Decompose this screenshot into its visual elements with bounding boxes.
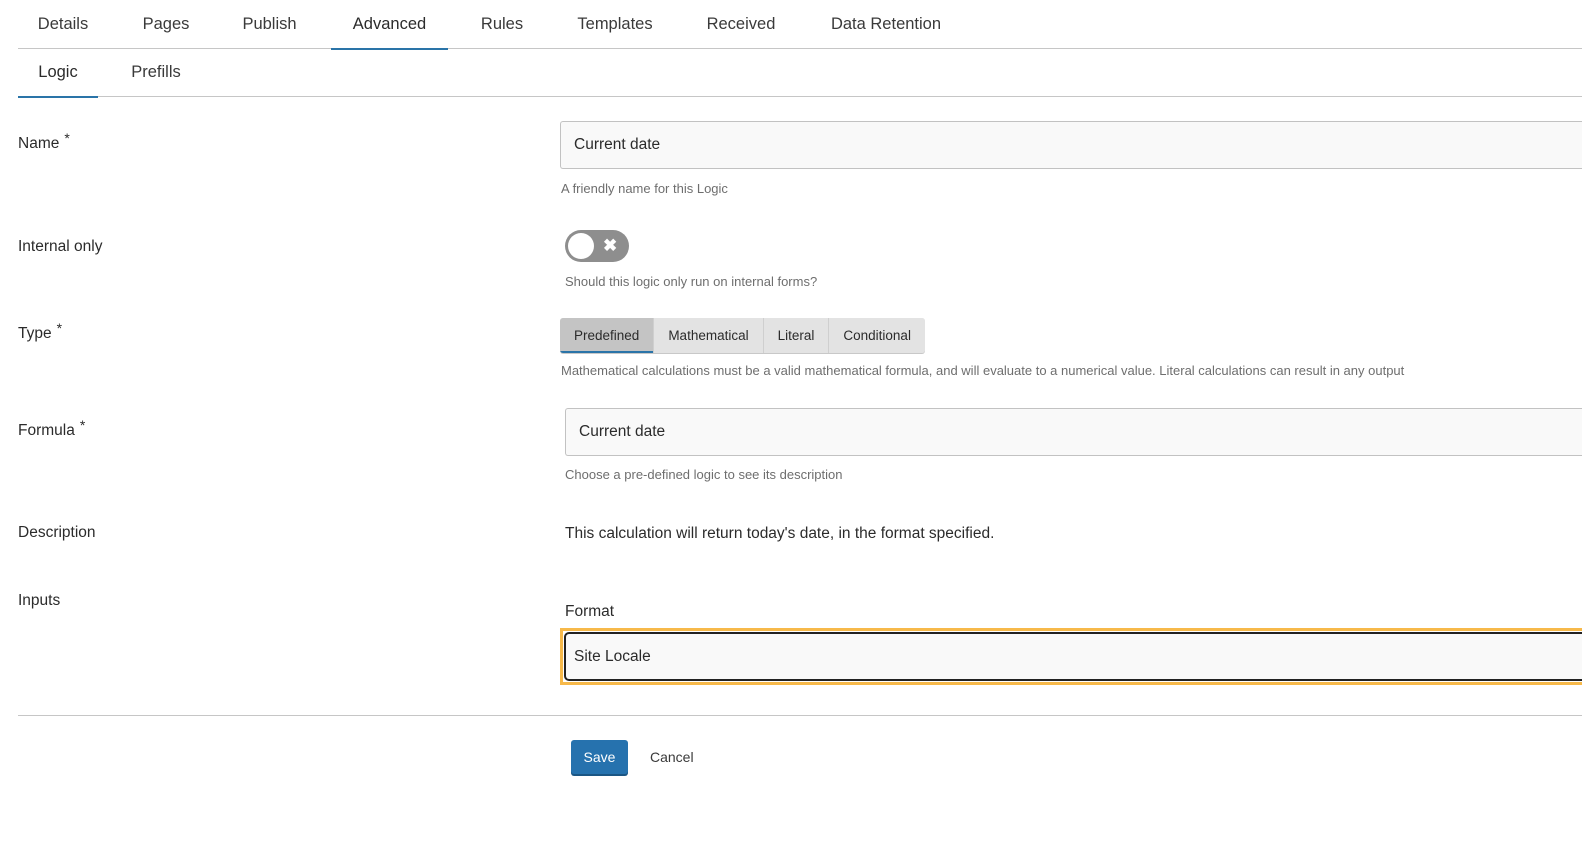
tab-publish[interactable]: Publish — [225, 0, 314, 49]
type-option-mathematical[interactable]: Mathematical — [654, 318, 764, 353]
required-marker: * — [56, 320, 63, 336]
type-option-predefined[interactable]: Predefined — [560, 318, 655, 353]
cancel-button[interactable]: Cancel — [650, 740, 694, 774]
tab-templates[interactable]: Templates — [558, 0, 672, 49]
tab-data-retention[interactable]: Data Retention — [812, 0, 960, 49]
required-marker: * — [64, 130, 70, 146]
type-segmented-control: Predefined Mathematical Literal Conditio… — [560, 318, 925, 353]
x-icon: ✖ — [603, 236, 618, 255]
type-label: Type * — [18, 320, 62, 343]
name-help-text: A friendly name for this Logic — [561, 181, 728, 196]
inputs-label: Inputs — [18, 592, 61, 609]
formula-input[interactable]: Current date — [565, 408, 1582, 456]
save-button[interactable]: Save — [571, 740, 628, 774]
internal-only-toggle[interactable]: ✖ — [565, 230, 629, 262]
format-input[interactable]: Site Locale — [564, 632, 1582, 681]
required-marker: * — [79, 417, 86, 433]
internal-only-label: Internal only — [18, 238, 103, 255]
tab-details[interactable]: Details — [18, 0, 108, 49]
formula-label: Formula * — [18, 417, 85, 440]
type-option-literal[interactable]: Literal — [763, 318, 830, 353]
tab-advanced[interactable]: Advanced — [331, 0, 448, 50]
description-text: This calculation will return today's dat… — [565, 525, 995, 542]
type-option-conditional[interactable]: Conditional — [829, 318, 925, 353]
sub-tab-bar: Logic Prefills — [18, 49, 1582, 98]
tab-rules[interactable]: Rules — [464, 0, 540, 49]
format-label: Format — [565, 603, 615, 620]
subtab-prefills[interactable]: Prefills — [114, 49, 198, 97]
name-label: Name * — [18, 130, 70, 153]
name-input[interactable]: Current date — [560, 121, 1582, 169]
description-label: Description — [18, 524, 96, 541]
formula-label-text: Formula — [18, 422, 75, 439]
subtab-logic[interactable]: Logic — [18, 49, 98, 98]
type-label-text: Type — [18, 325, 52, 342]
type-help-text: Mathematical calculations must be a vali… — [561, 363, 1405, 378]
tab-pages[interactable]: Pages — [125, 0, 207, 49]
tab-received[interactable]: Received — [688, 0, 794, 49]
main-tab-bar: Details Pages Publish Advanced Rules Tem… — [18, 0, 1582, 50]
divider — [18, 715, 1582, 716]
formula-help-text: Choose a pre-defined logic to see its de… — [565, 467, 843, 482]
name-label-text: Name — [18, 135, 60, 152]
toggle-knob — [568, 233, 594, 259]
internal-only-help-text: Should this logic only run on internal f… — [565, 274, 818, 289]
